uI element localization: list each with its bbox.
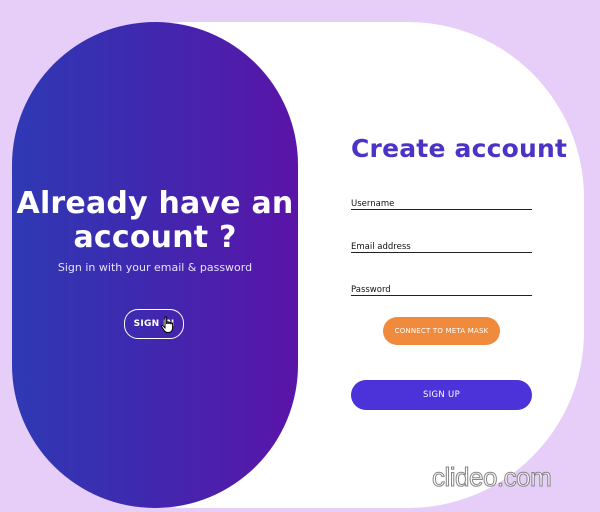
signup-button[interactable]: SIGN UP [351,380,532,410]
password-field[interactable]: Password [351,277,532,296]
email-field[interactable]: Email address [351,234,532,253]
watermark-logo: clideo.com [431,462,552,493]
signin-overlay-panel: Already have an account ? Sign in with y… [12,22,298,508]
connect-metamask-button[interactable]: CONNECT TO META MASK [383,317,500,345]
page: Already have an account ? Sign in with y… [0,0,600,512]
overlay-title: Already have an account ? [12,187,298,255]
password-label: Password [351,285,391,295]
username-label: Username [351,199,395,209]
create-account-title: Create account [351,134,568,163]
email-label: Email address [351,242,411,252]
overlay-title-line1: Already have an [16,186,294,221]
username-field[interactable]: Username [351,191,532,210]
overlay-subtitle: Sign in with your email & password [57,261,253,274]
overlay-title-line2: account ? [73,220,237,255]
hand-pointer-cursor-icon [160,316,174,333]
